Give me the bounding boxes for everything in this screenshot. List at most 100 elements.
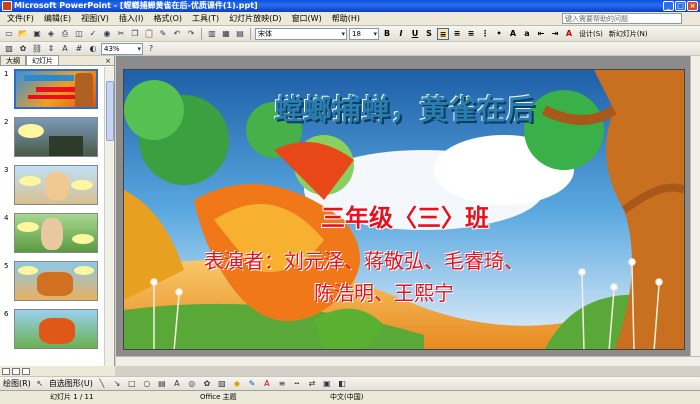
slide-thumbnail-item[interactable]: 3: [0, 163, 104, 211]
minimize-button[interactable]: _: [663, 1, 674, 11]
grid-icon[interactable]: #: [73, 43, 85, 55]
design-button[interactable]: 设计(S): [577, 28, 605, 40]
color-grayscale-icon[interactable]: ◐: [87, 43, 99, 55]
current-slide[interactable]: 螳螂捕蝉，黄雀在后 三年级〈三〉班 表演者：刘元泽、蒋敬弘、毛睿琦、 陈浩明、王…: [123, 69, 685, 350]
menu-insert[interactable]: 插入(I): [114, 12, 149, 26]
save-icon[interactable]: ▣: [31, 28, 43, 40]
slide-thumbnail-item[interactable]: 5: [0, 259, 104, 307]
draw-menu-button[interactable]: 绘图(R): [3, 378, 31, 390]
slide-thumbnail[interactable]: [14, 213, 98, 253]
close-button[interactable]: ×: [687, 1, 698, 11]
normal-view-icon[interactable]: [2, 367, 10, 375]
decrease-font-icon[interactable]: a: [521, 28, 533, 40]
slide-thumbnail[interactable]: [14, 309, 98, 349]
horizontal-scrollbar[interactable]: [116, 356, 700, 366]
slide-thumbnail-item[interactable]: 2: [0, 115, 104, 163]
open-icon[interactable]: 📂: [17, 28, 29, 40]
oval-icon[interactable]: ○: [141, 378, 153, 390]
insert-picture-icon[interactable]: ▨: [3, 43, 15, 55]
italic-button[interactable]: I: [395, 28, 407, 40]
show-formatting-icon[interactable]: A: [59, 43, 71, 55]
spelling-icon[interactable]: ✓: [87, 28, 99, 40]
slides-panel-scrollbar[interactable]: [104, 67, 114, 366]
diagram-icon[interactable]: ◎: [186, 378, 198, 390]
select-pointer-icon[interactable]: ↖: [34, 378, 46, 390]
new-slide-button[interactable]: 新幻灯片(N): [607, 28, 650, 40]
slide-thumbnail-item[interactable]: 4: [0, 211, 104, 259]
redo-icon[interactable]: ↷: [185, 28, 197, 40]
align-center-icon[interactable]: ≡: [451, 28, 463, 40]
help-search-input[interactable]: 键入需要帮助的问题: [562, 13, 682, 24]
hyperlink-icon[interactable]: ⛓: [31, 43, 43, 55]
preview-icon[interactable]: ◫: [73, 28, 85, 40]
permission-icon[interactable]: ◈: [45, 28, 57, 40]
slide-thumbnail-item[interactable]: 6: [0, 307, 104, 355]
slide-class-line[interactable]: 三年级〈三〉班: [124, 198, 684, 233]
font-name-select[interactable]: 宋体: [255, 27, 347, 40]
menu-file[interactable]: 文件(F): [2, 12, 39, 26]
fill-color-icon[interactable]: ◆: [231, 378, 243, 390]
numbering-icon[interactable]: ⋮: [479, 28, 491, 40]
slide-thumbnail[interactable]: [14, 69, 98, 109]
clipart-draw-icon[interactable]: ✿: [201, 378, 213, 390]
slide-sorter-icon[interactable]: [12, 367, 20, 375]
expand-all-icon[interactable]: ⇕: [45, 43, 57, 55]
font-size-select[interactable]: 18: [349, 27, 379, 40]
menu-tools[interactable]: 工具(T): [187, 12, 224, 26]
slide-cast-line-2[interactable]: 陈浩明、王熙宁: [314, 277, 454, 306]
editor-scrollbar[interactable]: [690, 56, 700, 366]
shadow-style-icon[interactable]: ▣: [321, 378, 333, 390]
copy-icon[interactable]: ❐: [129, 28, 141, 40]
tables-borders-icon[interactable]: ▤: [234, 28, 246, 40]
align-right-icon[interactable]: ≡: [465, 28, 477, 40]
research-icon[interactable]: ◉: [101, 28, 113, 40]
help-icon[interactable]: ?: [145, 43, 157, 55]
print-icon[interactable]: ⎙: [59, 28, 71, 40]
clipart-icon[interactable]: ✿: [17, 43, 29, 55]
increase-font-icon[interactable]: A: [507, 28, 519, 40]
increase-indent-icon[interactable]: ⇥: [549, 28, 561, 40]
tab-outline[interactable]: 大纲: [0, 55, 26, 65]
menu-help[interactable]: 帮助(H): [327, 12, 365, 26]
maximize-button[interactable]: □: [675, 1, 686, 11]
slide-cast-line-1[interactable]: 表演者：刘元泽、蒋敬弘、毛睿琦、: [204, 245, 524, 274]
undo-icon[interactable]: ↶: [171, 28, 183, 40]
line-style-icon[interactable]: ≡: [276, 378, 288, 390]
shadow-button[interactable]: S: [423, 28, 435, 40]
menu-view[interactable]: 视图(V): [76, 12, 114, 26]
align-left-icon[interactable]: ≡: [437, 27, 449, 40]
slide-thumbnail[interactable]: [14, 165, 98, 205]
chart-icon[interactable]: ▥: [206, 28, 218, 40]
bold-button[interactable]: B: [381, 28, 393, 40]
line-icon[interactable]: ╲: [96, 378, 108, 390]
table-icon[interactable]: ▦: [220, 28, 232, 40]
dash-style-icon[interactable]: ┅: [291, 378, 303, 390]
zoom-select[interactable]: 43%: [101, 42, 143, 55]
slide-thumbnail-item[interactable]: 1: [0, 67, 104, 115]
font-color-icon[interactable]: A: [563, 28, 575, 40]
rectangle-icon[interactable]: □: [126, 378, 138, 390]
arrow-style-icon[interactable]: ⇄: [306, 378, 318, 390]
menu-edit[interactable]: 编辑(E): [39, 12, 76, 26]
menu-format[interactable]: 格式(O): [148, 12, 187, 26]
cut-icon[interactable]: ✂: [115, 28, 127, 40]
picture-icon[interactable]: ▨: [216, 378, 228, 390]
slide-thumbnail[interactable]: [14, 117, 98, 157]
menu-slideshow[interactable]: 幻灯片放映(D): [224, 12, 286, 26]
arrow-icon[interactable]: ↘: [111, 378, 123, 390]
3d-style-icon[interactable]: ◧: [336, 378, 348, 390]
slideshow-icon[interactable]: [22, 367, 30, 375]
line-color-icon[interactable]: ✎: [246, 378, 258, 390]
tab-slides[interactable]: 幻灯片: [26, 55, 59, 65]
text-color-icon[interactable]: A: [261, 378, 273, 390]
textbox-icon[interactable]: ▤: [156, 378, 168, 390]
underline-button[interactable]: U: [409, 28, 421, 40]
bullets-icon[interactable]: •: [493, 28, 505, 40]
wordart-icon[interactable]: A: [171, 378, 183, 390]
decrease-indent-icon[interactable]: ⇤: [535, 28, 547, 40]
slide-title[interactable]: 螳螂捕蝉，黄雀在后: [124, 88, 684, 128]
new-icon[interactable]: ▭: [3, 28, 15, 40]
paste-icon[interactable]: 📋: [143, 28, 155, 40]
autoshape-menu-button[interactable]: 自选图形(U): [49, 378, 93, 390]
close-icon[interactable]: ×: [105, 56, 111, 66]
